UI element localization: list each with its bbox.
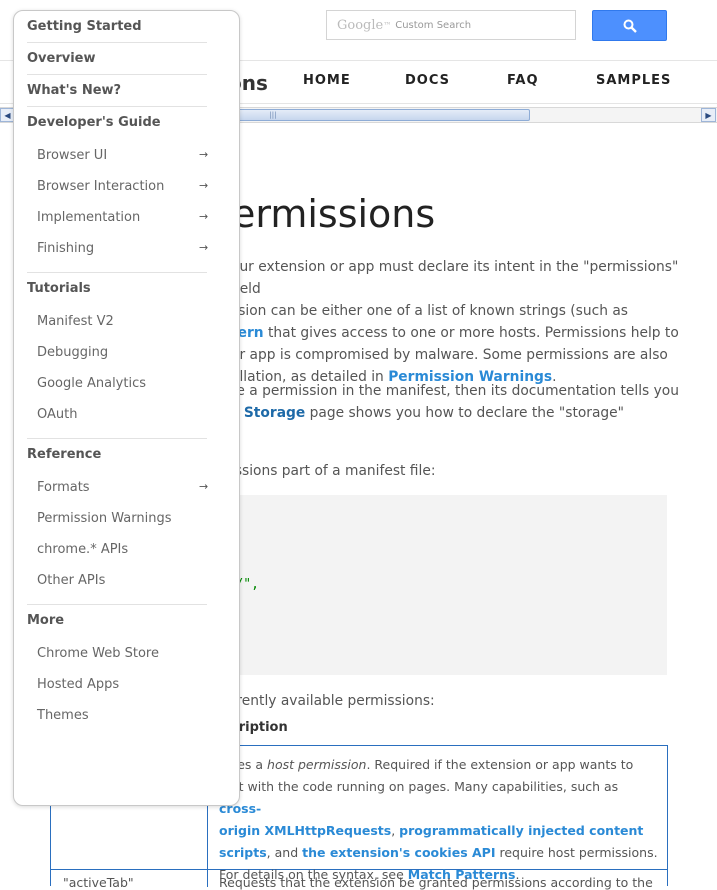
storage-paragraph: re a permission in the manifest, then it…	[231, 383, 679, 421]
sidebar-item-permission-warnings[interactable]: Permission Warnings	[37, 511, 171, 526]
cookies-api-link[interactable]: the extension's cookies API	[302, 845, 495, 860]
sidebar-item-whats-new[interactable]: What's New?	[27, 83, 121, 98]
sidebar-item-formats[interactable]: Formats	[37, 480, 90, 495]
storage-link[interactable]: Storage	[244, 405, 305, 421]
scroll-right-icon[interactable]: ▶	[701, 108, 716, 122]
intro-paragraph: our extension or app must declare its in…	[231, 259, 679, 385]
search-input[interactable]: Google ™ Custom Search	[326, 10, 576, 40]
sidebar-item-browser-ui[interactable]: Browser UI	[37, 148, 107, 163]
sidebar-item-google-analytics[interactable]: Google Analytics	[37, 376, 146, 391]
arrow-right-icon[interactable]: →	[199, 241, 208, 254]
search-button[interactable]	[592, 10, 667, 41]
cross-origin-link[interactable]: origin XMLHttpRequests	[219, 823, 391, 838]
permissions-intro: rrently available permissions:	[231, 693, 435, 709]
sidebar-item-browser-interaction[interactable]: Browser Interaction	[37, 179, 164, 194]
table-row: cifies a host permission. Required if th…	[219, 757, 658, 882]
sidebar-item-debugging[interactable]: Debugging	[37, 345, 108, 360]
sidebar-item-manifest-v2[interactable]: Manifest V2	[37, 314, 114, 329]
sidebar-item-reference[interactable]: Reference	[27, 447, 101, 462]
sidebar-item-oauth[interactable]: OAuth	[37, 407, 77, 422]
arrow-right-icon[interactable]: →	[199, 210, 208, 223]
sidebar-item-tutorials[interactable]: Tutorials	[27, 281, 91, 296]
page-title: ermissions	[232, 192, 436, 236]
sidebar-item-implementation[interactable]: Implementation	[37, 210, 140, 225]
nav-samples[interactable]: SAMPLES	[596, 73, 671, 88]
sidebar-item-getting-started[interactable]: Getting Started	[27, 19, 142, 34]
content-scripts-link[interactable]: programmatically injected content	[399, 823, 643, 838]
sidebar-item-overview[interactable]: Overview	[27, 51, 96, 66]
search-icon	[623, 19, 637, 33]
content-scripts-link[interactable]: scripts	[219, 845, 267, 860]
sidebar-item-other-apis[interactable]: Other APIs	[37, 573, 105, 588]
manifest-intro: issions part of a manifest file:	[231, 463, 436, 479]
sidebar-item-hosted-apps[interactable]: Hosted Apps	[37, 677, 119, 692]
sidebar-item-finishing[interactable]: Finishing	[37, 241, 94, 256]
permission-key: "activeTab"	[63, 875, 134, 890]
sidebar-item-chrome-apis[interactable]: chrome.* APIs	[37, 542, 128, 557]
arrow-right-icon[interactable]: →	[199, 148, 208, 161]
sidebar-item-more[interactable]: More	[27, 613, 64, 628]
code-block	[212, 495, 667, 675]
nav-home[interactable]: HOME	[303, 73, 351, 88]
sidebar-item-themes[interactable]: Themes	[37, 708, 89, 723]
sidebar-item-chrome-web-store[interactable]: Chrome Web Store	[37, 646, 159, 661]
search-placeholder: Custom Search	[395, 19, 472, 31]
sidebar-menu: Getting Started Overview What's New? Dev…	[13, 10, 240, 806]
nav-docs[interactable]: DOCS	[405, 73, 450, 88]
permission-description: Requests that the extension be granted p…	[219, 875, 653, 890]
nav-faq[interactable]: FAQ	[507, 73, 539, 88]
google-logo: Google	[337, 17, 384, 33]
sidebar-item-developers-guide[interactable]: Developer's Guide	[27, 115, 161, 130]
arrow-right-icon[interactable]: →	[199, 179, 208, 192]
arrow-right-icon[interactable]: →	[199, 480, 208, 493]
